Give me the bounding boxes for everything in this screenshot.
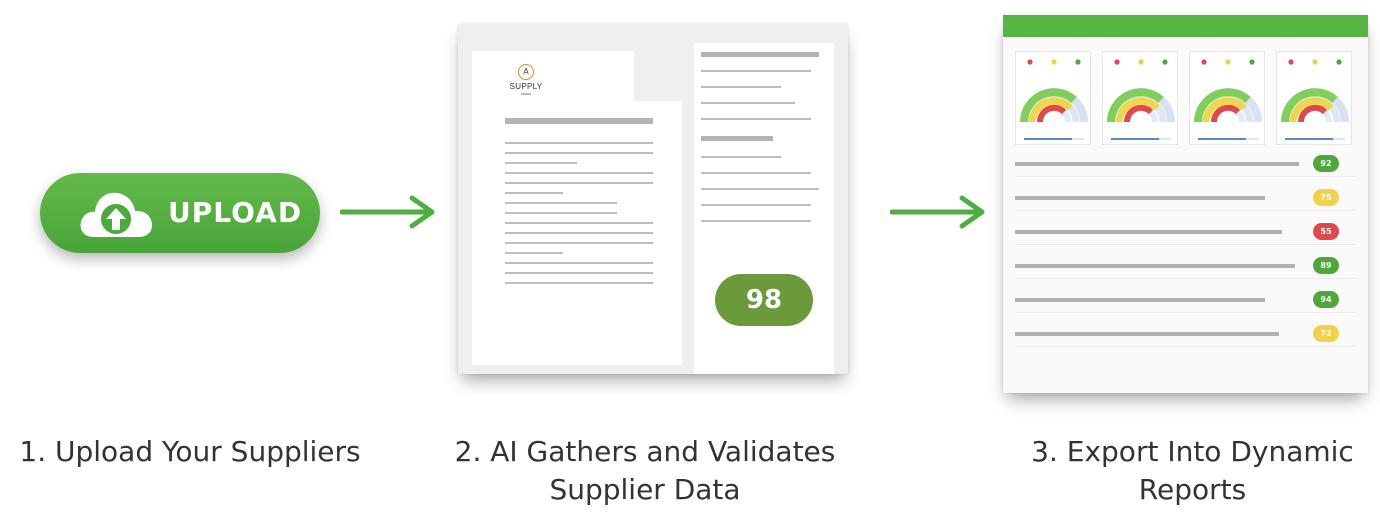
logo-text: SUPPLY xyxy=(509,82,543,91)
report-preview: 92 75 55 89 94 72 xyxy=(1003,15,1368,393)
upload-button[interactable]: UPLOAD xyxy=(40,173,320,253)
score-pill: 89 xyxy=(1313,257,1339,274)
report-header-bar xyxy=(1003,15,1368,37)
report-row: 94 xyxy=(1015,287,1355,313)
upload-label: UPLOAD xyxy=(168,196,303,229)
report-row-bar xyxy=(1015,332,1279,336)
step-2-caption: 2. AI Gathers and Validates Supplier Dat… xyxy=(454,435,836,506)
gauge-icon xyxy=(1107,59,1175,140)
report-row: 92 xyxy=(1015,151,1355,177)
report-row-bar xyxy=(1015,162,1299,166)
report-row: 72 xyxy=(1015,321,1355,347)
report-row: 75 xyxy=(1015,185,1355,211)
logo-mark: A xyxy=(518,64,534,80)
gauge-card xyxy=(1189,51,1265,145)
report-row-bar xyxy=(1015,264,1295,268)
gauge-icon xyxy=(1020,59,1088,140)
cloud-upload-icon xyxy=(80,192,152,237)
report-row-bar xyxy=(1015,196,1265,200)
arrow-right-icon xyxy=(890,195,985,229)
document-preview: A SUPPLY 98 xyxy=(458,24,848,374)
score-badge: 98 xyxy=(715,274,813,326)
arrow-right-icon xyxy=(340,195,435,229)
gauge-icon xyxy=(1194,59,1262,140)
report-row: 89 xyxy=(1015,253,1355,279)
step-3-caption: 3. Export Into Dynamic Reports xyxy=(1031,435,1354,506)
document-sidebar xyxy=(694,43,834,259)
gauge-card xyxy=(1102,51,1178,145)
gauge-card xyxy=(1276,51,1352,145)
step-1-caption: 1. Upload Your Suppliers xyxy=(19,435,361,468)
score-pill: 94 xyxy=(1313,291,1339,308)
report-row-bar xyxy=(1015,298,1265,302)
score-pill: 75 xyxy=(1313,189,1339,206)
supply-logo: A SUPPLY xyxy=(508,64,544,95)
gauge-card xyxy=(1015,51,1091,145)
score-pill: 55 xyxy=(1313,223,1339,240)
gauge-icon xyxy=(1281,59,1349,140)
report-row-bar xyxy=(1015,230,1282,234)
report-row: 55 xyxy=(1015,219,1355,245)
score-pill: 92 xyxy=(1313,155,1339,172)
score-pill: 72 xyxy=(1313,325,1339,342)
